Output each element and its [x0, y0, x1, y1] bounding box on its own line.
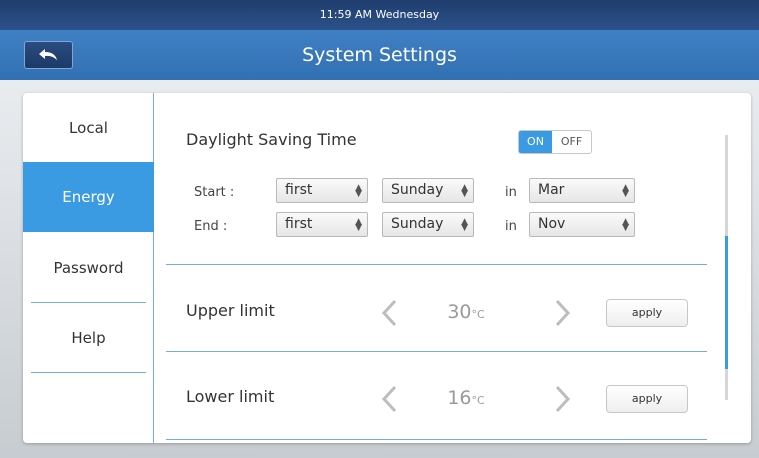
upper-limit-label: Upper limit — [186, 301, 275, 320]
upper-limit-value: 30°C — [431, 301, 501, 323]
updown-arrows-icon: ▲ ▼ — [622, 183, 629, 199]
start-label: Start : — [194, 185, 235, 200]
lower-limit-unit: °C — [471, 394, 485, 407]
start-week-value: first — [285, 182, 313, 198]
start-day-value: Sunday — [391, 182, 444, 198]
dst-title: Daylight Saving Time — [186, 130, 357, 149]
sidebar-item-label: Password — [53, 259, 124, 277]
sidebar-item-help[interactable]: Help — [23, 303, 154, 373]
sidebar-item-label: Energy — [62, 188, 115, 206]
content-area: Daylight Saving Time ON OFF Start : firs… — [154, 93, 751, 443]
updown-arrows-icon: ▲ ▼ — [461, 217, 468, 233]
end-in-label: in — [505, 219, 517, 234]
sidebar-item-password[interactable]: Password — [23, 233, 154, 303]
start-month-value: Mar — [538, 182, 565, 198]
lower-limit-number: 16 — [447, 387, 472, 409]
sidebar-item-energy[interactable]: Energy — [23, 162, 154, 232]
end-month-select[interactable]: Nov ▲ ▼ — [529, 212, 635, 237]
updown-arrows-icon: ▲ ▼ — [461, 183, 468, 199]
start-week-select[interactable]: first ▲ ▼ — [276, 178, 368, 203]
dst-toggle[interactable]: ON OFF — [518, 130, 592, 154]
status-time: 11:59 AM Wednesday — [319, 8, 440, 21]
status-bar: 11:59 AM Wednesday — [0, 0, 759, 30]
chevron-left-icon[interactable] — [380, 299, 400, 327]
lower-limit-value: 16°C — [431, 387, 501, 409]
chevron-right-icon[interactable] — [552, 385, 572, 413]
end-week-select[interactable]: first ▲ ▼ — [276, 212, 368, 237]
end-week-value: first — [285, 216, 313, 232]
sidebar-item-label: Help — [71, 329, 106, 347]
sidebar-item-local[interactable]: Local — [23, 93, 154, 163]
updown-arrows-icon: ▲ ▼ — [622, 217, 629, 233]
sidebar: Local Energy Password Help — [23, 93, 154, 443]
upper-limit-unit: °C — [471, 308, 485, 321]
end-label: End : — [194, 219, 228, 234]
end-day-value: Sunday — [391, 216, 444, 232]
divider — [166, 351, 707, 352]
start-in-label: in — [505, 185, 517, 200]
lower-limit-label: Lower limit — [186, 387, 275, 406]
sidebar-item-label: Local — [69, 119, 108, 137]
upper-limit-apply-button[interactable]: apply — [606, 299, 688, 327]
start-month-select[interactable]: Mar ▲ ▼ — [529, 178, 635, 203]
chevron-right-icon[interactable] — [552, 299, 572, 327]
toggle-on[interactable]: ON — [519, 131, 552, 153]
updown-arrows-icon: ▲ ▼ — [355, 183, 362, 199]
chevron-left-icon[interactable] — [380, 385, 400, 413]
lower-limit-apply-button[interactable]: apply — [606, 385, 688, 413]
divider — [166, 264, 707, 265]
updown-arrows-icon: ▲ ▼ — [355, 217, 362, 233]
back-button[interactable] — [24, 41, 73, 69]
divider — [166, 439, 707, 440]
upper-limit-number: 30 — [447, 301, 472, 323]
back-arrow-icon — [39, 49, 57, 60]
end-day-select[interactable]: Sunday ▲ ▼ — [382, 212, 474, 237]
scrollbar[interactable] — [725, 135, 728, 400]
scrollbar-thumb[interactable] — [725, 236, 728, 369]
page-title: System Settings — [302, 44, 457, 66]
start-day-select[interactable]: Sunday ▲ ▼ — [382, 178, 474, 203]
settings-panel: Local Energy Password Help Daylight Savi… — [23, 93, 751, 443]
title-bar: System Settings — [0, 30, 759, 80]
toggle-off[interactable]: OFF — [552, 131, 591, 153]
end-month-value: Nov — [538, 216, 566, 232]
